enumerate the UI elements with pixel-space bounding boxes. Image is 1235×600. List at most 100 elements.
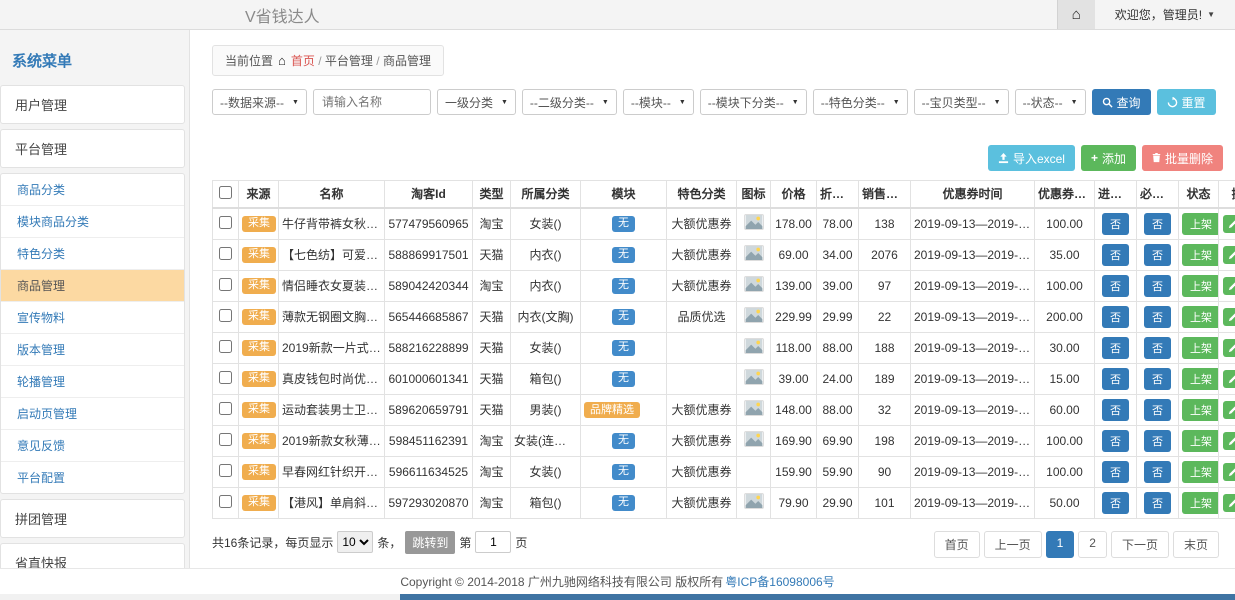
- row-checkbox[interactable]: [219, 340, 232, 353]
- edit-button[interactable]: [1223, 432, 1235, 450]
- sidebar-item[interactable]: 省直快报: [0, 543, 185, 568]
- status-toggle[interactable]: 上架: [1182, 306, 1219, 328]
- import-pick-toggle[interactable]: 否: [1102, 275, 1129, 297]
- row-checkbox[interactable]: [219, 247, 232, 260]
- sidebar-item[interactable]: 商品管理: [1, 270, 184, 302]
- must-buy-toggle[interactable]: 否: [1144, 368, 1171, 390]
- horizontal-scrollbar[interactable]: [0, 594, 1235, 600]
- cell-category: 女装(连衣裙): [511, 425, 581, 456]
- row-checkbox[interactable]: [219, 402, 232, 415]
- edit-button[interactable]: [1223, 215, 1235, 233]
- caret-down-icon: ▼: [994, 99, 1001, 106]
- name-search-input[interactable]: [313, 89, 431, 115]
- status-toggle[interactable]: 上架: [1182, 399, 1219, 421]
- filter-select[interactable]: --宝贝类型--▼: [914, 89, 1009, 115]
- must-buy-toggle[interactable]: 否: [1144, 430, 1171, 452]
- page-size-select[interactable]: 10: [337, 531, 373, 553]
- sidebar-item[interactable]: 轮播管理: [1, 366, 184, 398]
- home-button[interactable]: ⌂: [1057, 0, 1095, 29]
- sidebar-item[interactable]: 平台管理: [0, 129, 185, 168]
- row-checkbox[interactable]: [219, 464, 232, 477]
- filter-select[interactable]: --状态--▼: [1015, 89, 1086, 115]
- jump-button[interactable]: 跳转到: [405, 531, 455, 554]
- page-button[interactable]: 末页: [1173, 531, 1219, 558]
- batch-delete-button[interactable]: 批量删除: [1142, 145, 1223, 171]
- sidebar-item[interactable]: 平台配置: [1, 462, 184, 493]
- edit-button[interactable]: [1223, 246, 1235, 264]
- import-excel-button[interactable]: 导入excel: [988, 145, 1075, 171]
- add-button[interactable]: + 添加: [1081, 145, 1136, 171]
- import-pick-toggle[interactable]: 否: [1102, 368, 1129, 390]
- status-toggle[interactable]: 上架: [1182, 244, 1219, 266]
- filter-select[interactable]: --二级分类--▼: [522, 89, 617, 115]
- select-all-checkbox[interactable]: [219, 186, 232, 199]
- user-menu[interactable]: 欢迎您，管理员! ▼: [1095, 6, 1235, 23]
- breadcrumb-item[interactable]: 商品管理: [383, 54, 431, 68]
- must-buy-toggle[interactable]: 否: [1144, 306, 1171, 328]
- row-checkbox[interactable]: [219, 371, 232, 384]
- icp-link[interactable]: 粤ICP备16098006号: [725, 573, 834, 590]
- sidebar-item[interactable]: 用户管理: [0, 85, 185, 124]
- filter-select[interactable]: --特色分类--▼: [813, 89, 908, 115]
- edit-button[interactable]: [1223, 308, 1235, 326]
- must-buy-toggle[interactable]: 否: [1144, 492, 1171, 514]
- row-checkbox[interactable]: [219, 278, 232, 291]
- status-toggle[interactable]: 上架: [1182, 213, 1219, 235]
- status-toggle[interactable]: 上架: [1182, 275, 1219, 297]
- filter-select[interactable]: 一级分类▼: [437, 89, 516, 115]
- status-toggle[interactable]: 上架: [1182, 430, 1219, 452]
- row-checkbox[interactable]: [219, 495, 232, 508]
- import-pick-toggle[interactable]: 否: [1102, 461, 1129, 483]
- must-buy-toggle[interactable]: 否: [1144, 275, 1171, 297]
- filter-select[interactable]: --模块下分类--▼: [700, 89, 807, 115]
- edit-button[interactable]: [1223, 494, 1235, 512]
- status-toggle[interactable]: 上架: [1182, 368, 1219, 390]
- row-checkbox[interactable]: [219, 216, 232, 229]
- page-button[interactable]: 首页: [934, 531, 980, 558]
- edit-button[interactable]: [1223, 370, 1235, 388]
- row-checkbox[interactable]: [219, 309, 232, 322]
- sidebar-item[interactable]: 意见反馈: [1, 430, 184, 462]
- must-buy-toggle[interactable]: 否: [1144, 461, 1171, 483]
- search-button[interactable]: 查询: [1092, 89, 1151, 115]
- page-button[interactable]: 1: [1046, 531, 1075, 558]
- breadcrumb-item[interactable]: 首页: [291, 54, 315, 68]
- edit-button[interactable]: [1223, 339, 1235, 357]
- status-toggle[interactable]: 上架: [1182, 492, 1219, 514]
- jump-page-input[interactable]: [475, 531, 511, 553]
- cell-import-pick: 否: [1095, 394, 1137, 425]
- import-pick-toggle[interactable]: 否: [1102, 244, 1129, 266]
- filter-select[interactable]: --模块--▼: [623, 89, 694, 115]
- page-button[interactable]: 2: [1078, 531, 1107, 558]
- sidebar-item[interactable]: 宣传物料: [1, 302, 184, 334]
- status-toggle[interactable]: 上架: [1182, 461, 1219, 483]
- must-buy-toggle[interactable]: 否: [1144, 399, 1171, 421]
- import-pick-toggle[interactable]: 否: [1102, 337, 1129, 359]
- import-pick-toggle[interactable]: 否: [1102, 430, 1129, 452]
- filter-select[interactable]: --数据来源--▼: [212, 89, 307, 115]
- import-pick-toggle[interactable]: 否: [1102, 399, 1129, 421]
- sidebar-item[interactable]: 启动页管理: [1, 398, 184, 430]
- edit-button[interactable]: [1223, 463, 1235, 481]
- page-button[interactable]: 下一页: [1111, 531, 1169, 558]
- must-buy-toggle[interactable]: 否: [1144, 244, 1171, 266]
- status-toggle[interactable]: 上架: [1182, 337, 1219, 359]
- breadcrumb-item[interactable]: 平台管理: [325, 54, 373, 68]
- cell-coupon-time: 2019-09-13—2019-09-17: [911, 456, 1035, 487]
- edit-button[interactable]: [1223, 401, 1235, 419]
- sidebar-item[interactable]: 商品分类: [1, 174, 184, 206]
- sidebar-item[interactable]: 模块商品分类: [1, 206, 184, 238]
- sidebar-item[interactable]: 特色分类: [1, 238, 184, 270]
- scrollbar-thumb[interactable]: [400, 594, 1235, 600]
- edit-button[interactable]: [1223, 277, 1235, 295]
- must-buy-toggle[interactable]: 否: [1144, 337, 1171, 359]
- page-button[interactable]: 上一页: [984, 531, 1042, 558]
- reset-button[interactable]: 重置: [1157, 89, 1216, 115]
- sidebar-item[interactable]: 版本管理: [1, 334, 184, 366]
- import-pick-toggle[interactable]: 否: [1102, 213, 1129, 235]
- row-checkbox[interactable]: [219, 433, 232, 446]
- sidebar-item[interactable]: 拼团管理: [0, 499, 185, 538]
- import-pick-toggle[interactable]: 否: [1102, 492, 1129, 514]
- import-pick-toggle[interactable]: 否: [1102, 306, 1129, 328]
- must-buy-toggle[interactable]: 否: [1144, 213, 1171, 235]
